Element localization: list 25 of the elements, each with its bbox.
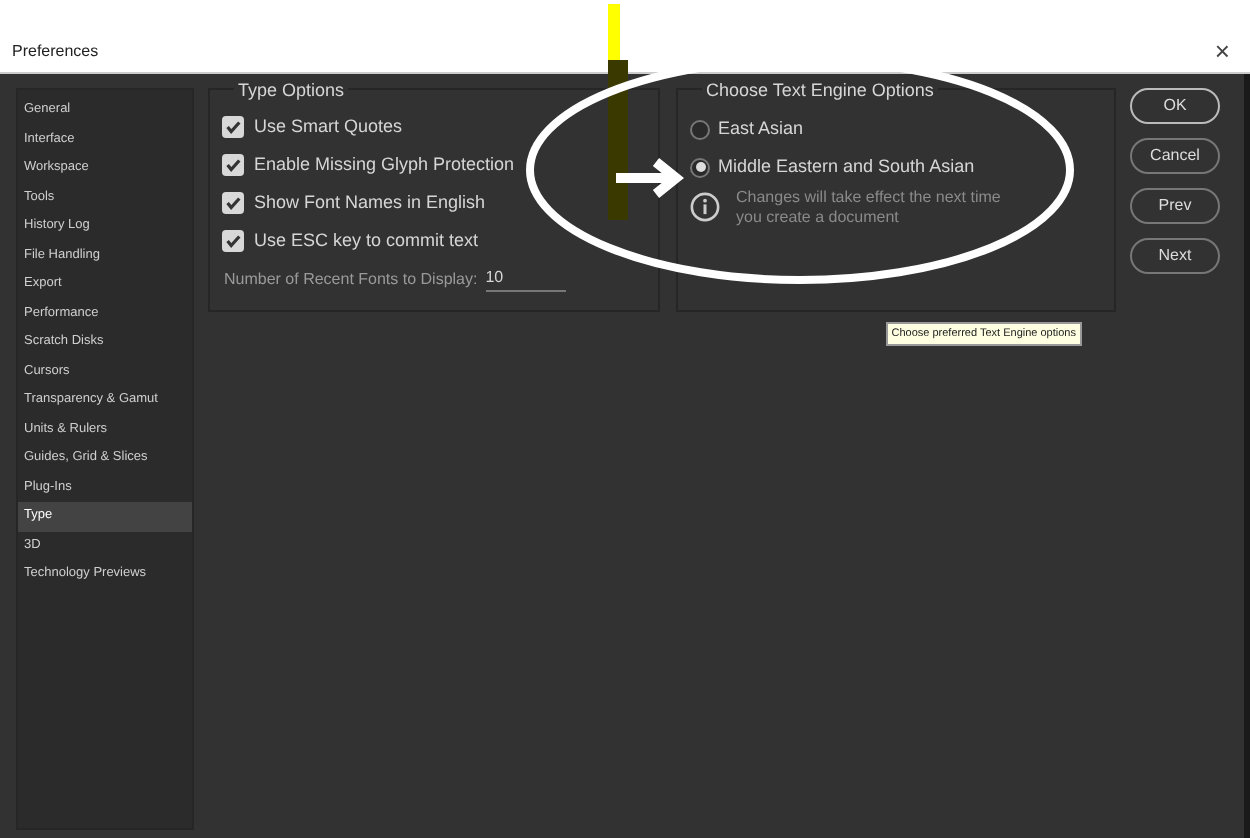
checkbox[interactable] bbox=[222, 116, 244, 138]
info-note: Changes will take effect the next time you create a document bbox=[736, 188, 1003, 228]
checkbox[interactable] bbox=[222, 230, 244, 252]
checkbox[interactable] bbox=[222, 192, 244, 214]
radio-label: East Asian bbox=[718, 115, 804, 142]
radio-button[interactable] bbox=[690, 157, 710, 177]
radio-button[interactable] bbox=[690, 119, 710, 139]
dialog-button[interactable]: Prev bbox=[1130, 188, 1220, 224]
info-icon bbox=[690, 192, 720, 222]
dialog-button[interactable]: Cancel bbox=[1130, 138, 1220, 174]
group-title: Type Options bbox=[234, 78, 349, 105]
close-button[interactable]: × bbox=[1214, 38, 1230, 64]
window-title: Preferences bbox=[12, 39, 99, 63]
dialog-button[interactable]: OK bbox=[1130, 88, 1220, 124]
group-title: Choose Text Engine Options bbox=[702, 78, 938, 105]
checkbox-label: Enable Missing Glyph Protection bbox=[254, 151, 515, 178]
recent-fonts-field[interactable]: 10 bbox=[485, 266, 566, 292]
field-label: Number of Recent Fonts to Display: bbox=[224, 267, 478, 291]
radio-label: Middle Eastern and South Asian bbox=[718, 153, 975, 180]
dialog-button[interactable]: Next bbox=[1130, 238, 1220, 274]
arrow-annotation bbox=[612, 156, 684, 200]
checkbox-label: Use Smart Quotes bbox=[254, 113, 403, 140]
checkbox-label: Use ESC key to commit text bbox=[254, 227, 479, 254]
checkbox[interactable] bbox=[222, 154, 244, 176]
checkbox-label: Show Font Names in English bbox=[254, 189, 486, 216]
